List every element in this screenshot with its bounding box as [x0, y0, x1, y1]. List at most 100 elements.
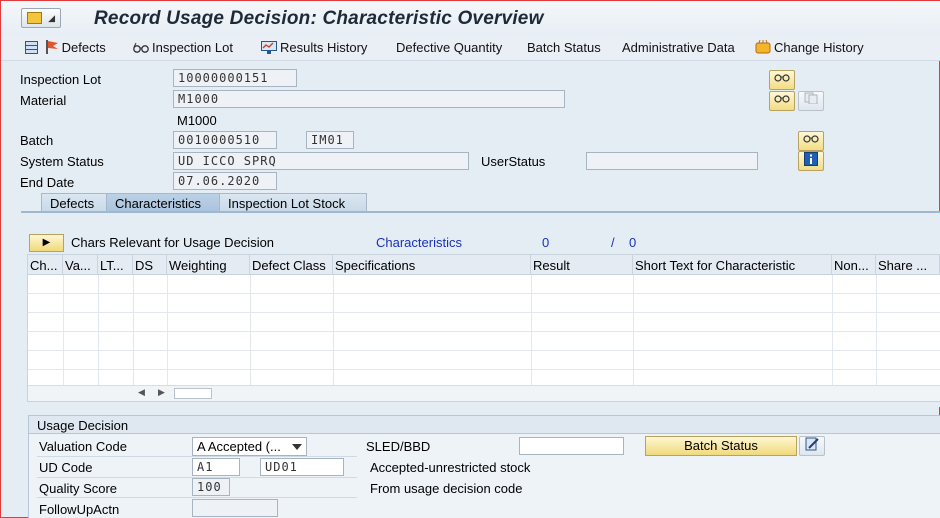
system-status-label: System Status — [20, 154, 104, 169]
scroll-left-icon[interactable]: ◀ — [138, 387, 145, 398]
sled-bbd-label: SLED/BBD — [366, 439, 431, 454]
characteristics-link[interactable]: Characteristics — [376, 235, 462, 250]
end-date-label: End Date — [20, 175, 75, 190]
followup-action-label: FollowUpActn — [39, 502, 120, 517]
column-header[interactable]: Weighting — [167, 255, 250, 275]
chevron-down-icon — [292, 444, 302, 450]
column-header[interactable]: Share ... — [876, 255, 940, 275]
title-bar: ◢ Record Usage Decision: Characteristic … — [1, 1, 940, 35]
end-date-field[interactable]: 07.06.2020 — [173, 172, 277, 190]
column-divider — [98, 275, 99, 388]
display-inspection-lot-button[interactable] — [769, 70, 795, 90]
scroll-right-icon[interactable]: ▶ — [158, 387, 165, 398]
column-divider — [633, 275, 634, 388]
toolbar-inspection-lot-button[interactable]: Inspection Lot — [133, 40, 233, 57]
toolbar-label: Defects — [61, 40, 106, 55]
inspection-lot-field[interactable]: 10000000151 — [173, 69, 297, 87]
play-icon: ▶ — [42, 237, 51, 248]
batch-plant-field[interactable]: IM01 — [306, 131, 354, 149]
menu-icon[interactable]: ◢ — [21, 8, 61, 28]
ud-code-text: Accepted-unrestricted stock — [370, 460, 531, 475]
followup-action-field[interactable] — [192, 499, 278, 517]
characteristics-count-a: 0 — [542, 235, 550, 250]
glasses-icon — [803, 135, 819, 143]
batch-status-button[interactable]: Batch Status — [645, 436, 797, 456]
user-status-label: UserStatus — [481, 154, 546, 169]
system-status-field[interactable]: UD ICCO SPRQ — [173, 152, 469, 170]
toolbar-label: Batch Status — [527, 40, 601, 55]
tab-label: Defects — [50, 196, 95, 211]
sled-bbd-input[interactable] — [519, 437, 624, 455]
glasses-icon — [774, 74, 790, 82]
column-divider — [250, 275, 251, 388]
column-header[interactable]: Non... — [832, 255, 876, 275]
column-divider — [876, 275, 877, 388]
characteristics-count-b: 0 — [629, 235, 637, 250]
tab-label: Characteristics — [115, 196, 201, 211]
results-history-icon — [261, 41, 277, 57]
table-row[interactable] — [28, 294, 940, 313]
column-divider — [63, 275, 64, 388]
usage-decision-section: Usage Decision Valuation Code A Accepted… — [28, 415, 940, 518]
column-divider — [333, 275, 334, 388]
table-row[interactable] — [28, 332, 940, 351]
defects-icon — [45, 40, 59, 57]
quality-score-text: From usage decision code — [370, 481, 523, 496]
toolbar-label: Inspection Lot — [152, 40, 233, 55]
characteristics-table[interactable]: Ch... Va... LT... DS Weighting Defect Cl… — [27, 254, 940, 402]
material-label: Material — [20, 93, 67, 108]
ud-code-field[interactable]: A1 — [192, 458, 240, 476]
tab-inspection-lot-stock[interactable]: Inspection Lot Stock — [219, 193, 367, 213]
valuation-code-dropdown[interactable]: A Accepted (... — [192, 437, 307, 456]
column-header[interactable]: Result — [531, 255, 633, 275]
table-row[interactable] — [28, 275, 940, 294]
copy-icon[interactable] — [798, 91, 824, 111]
status-info-button[interactable] — [798, 151, 824, 171]
display-batch-button[interactable] — [798, 131, 824, 151]
tab-characteristics[interactable]: Characteristics — [106, 193, 237, 213]
divider — [37, 497, 357, 498]
column-header[interactable]: Defect Class — [250, 255, 333, 275]
table-header: Ch... Va... LT... DS Weighting Defect Cl… — [28, 255, 940, 275]
grid-icon — [25, 41, 38, 57]
toolbar-defects-button[interactable]: Defects — [25, 40, 106, 57]
toolbar-label: Change History — [774, 40, 864, 55]
quality-score-field[interactable]: 100 — [192, 478, 230, 496]
edit-icon — [805, 437, 819, 451]
valuation-code-label: Valuation Code — [39, 439, 127, 454]
toolbar-results-history-button[interactable]: Results History — [261, 40, 367, 57]
column-divider — [832, 275, 833, 388]
ud-code-group-field[interactable]: UD01 — [260, 458, 344, 476]
glasses-icon — [774, 95, 790, 103]
column-divider — [167, 275, 168, 388]
column-header[interactable]: Specifications — [333, 255, 531, 275]
table-row[interactable] — [28, 351, 940, 370]
batch-field[interactable]: 0010000510 — [173, 131, 277, 149]
column-header[interactable]: DS — [133, 255, 167, 275]
horizontal-scrollbar[interactable]: ◀ ▶ — [28, 385, 940, 401]
expand-button[interactable]: ▶ — [29, 234, 64, 252]
column-divider — [531, 275, 532, 388]
material-description: M1000 — [177, 113, 217, 128]
edit-batch-button[interactable] — [799, 436, 825, 456]
column-header[interactable]: Va... — [63, 255, 98, 275]
display-material-button[interactable] — [769, 91, 795, 111]
table-row[interactable] — [28, 313, 940, 332]
batch-label: Batch — [20, 133, 54, 148]
chars-relevant-label: Chars Relevant for Usage Decision — [71, 235, 275, 250]
toolbar-administrative-data-button[interactable]: Administrative Data — [622, 40, 735, 55]
toolbar-defective-quantity-button[interactable]: Defective Quantity — [396, 40, 502, 55]
ud-code-label: UD Code — [39, 460, 93, 475]
quality-score-label: Quality Score — [39, 481, 118, 496]
toolbar-batch-status-button[interactable]: Batch Status — [527, 40, 601, 55]
scroll-thumb[interactable] — [174, 388, 212, 399]
column-header[interactable]: Short Text for Characteristic — [633, 255, 832, 275]
column-header[interactable]: LT... — [98, 255, 133, 275]
toolbar-change-history-button[interactable]: Change History — [755, 39, 864, 57]
application-toolbar: Defects Inspection Lot Results History D… — [1, 35, 940, 61]
column-header[interactable]: Ch... — [28, 255, 63, 275]
user-status-field[interactable] — [586, 152, 758, 170]
glasses-icon — [133, 42, 149, 57]
toolbar-label: Administrative Data — [622, 40, 735, 55]
material-field[interactable]: M1000 — [173, 90, 565, 108]
